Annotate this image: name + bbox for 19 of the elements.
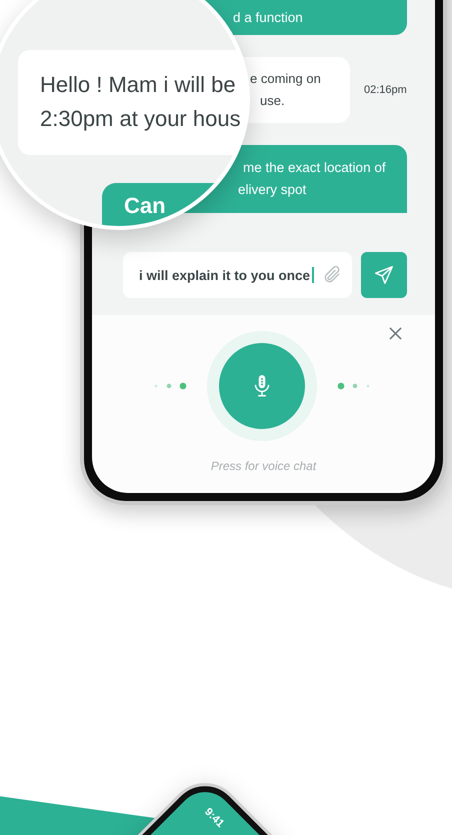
- paper-plane-icon: [373, 264, 395, 286]
- dots-icon: [152, 382, 186, 390]
- send-button[interactable]: [361, 252, 407, 298]
- message-text: elivery spot: [238, 181, 308, 199]
- message-text: e coming on: [250, 70, 322, 88]
- message-text: d a function: [233, 9, 304, 27]
- message-text: me the exact location of: [243, 159, 387, 177]
- message-text: 2:30pm at your hous: [40, 105, 242, 133]
- message-text: Can: [124, 193, 166, 218]
- microphone-button[interactable]: [218, 343, 304, 429]
- dots-icon: [336, 382, 370, 390]
- text-cursor: [312, 267, 314, 283]
- paperclip-icon[interactable]: [322, 265, 342, 285]
- close-icon[interactable]: [389, 327, 402, 340]
- voice-hint: Press for voice chat: [210, 459, 316, 473]
- message-text: use.: [259, 92, 286, 110]
- message-text: Hello ! Mam i will be: [40, 71, 237, 99]
- message-time: 02:16pm: [364, 84, 407, 96]
- message-input-field[interactable]: i will explain it to you once: [123, 252, 352, 298]
